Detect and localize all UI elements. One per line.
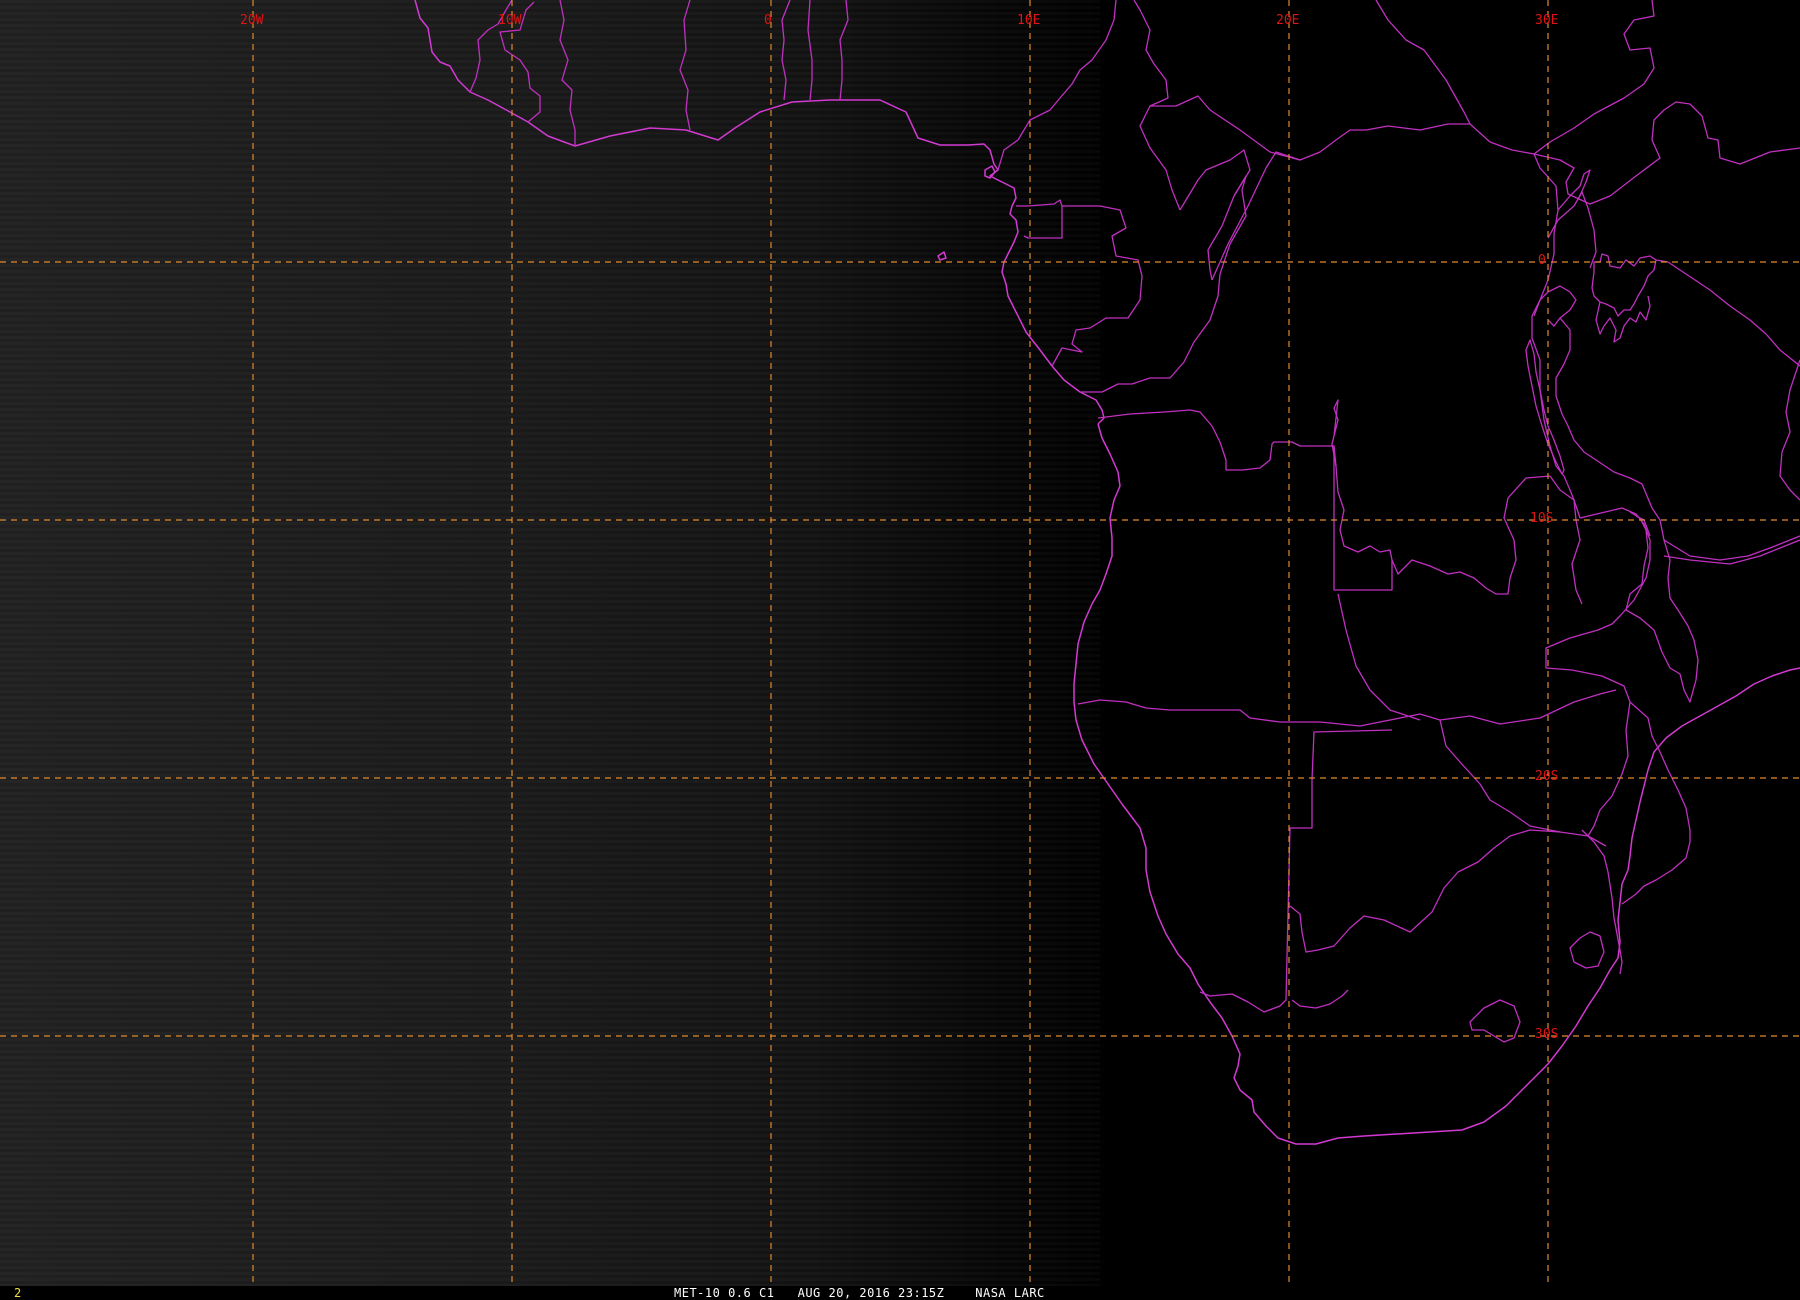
longitude-label-10e: 10E [1017,13,1040,28]
satellite-map-frame: 20W 10W 0 10E 20E 30E 0 10S 20S 30S 2 ME… [0,0,1800,1300]
latitude-label-30s: 30S [1535,1027,1558,1042]
latitude-label-0: 0 [1538,253,1546,268]
frame-number: 2 [14,1286,22,1300]
latitude-label-20s: 20S [1535,769,1558,784]
longitude-label-10w: 10W [498,13,522,28]
scanline-texture [0,0,1100,1286]
longitude-label-20w: 20W [240,13,264,28]
satellite-image-map: 20W 10W 0 10E 20E 30E 0 10S 20S 30S [0,0,1800,1286]
image-caption: MET-10 0.6 C1 AUG 20, 2016 23:15Z NASA L… [674,1286,1045,1300]
longitude-label-30e: 30E [1535,13,1558,28]
longitude-label-20e: 20E [1276,13,1299,28]
latitude-label-10s: 10S [1530,511,1553,526]
status-bar: 2 MET-10 0.6 C1 AUG 20, 2016 23:15Z NASA… [0,1286,1800,1300]
longitude-label-0: 0 [764,13,772,28]
